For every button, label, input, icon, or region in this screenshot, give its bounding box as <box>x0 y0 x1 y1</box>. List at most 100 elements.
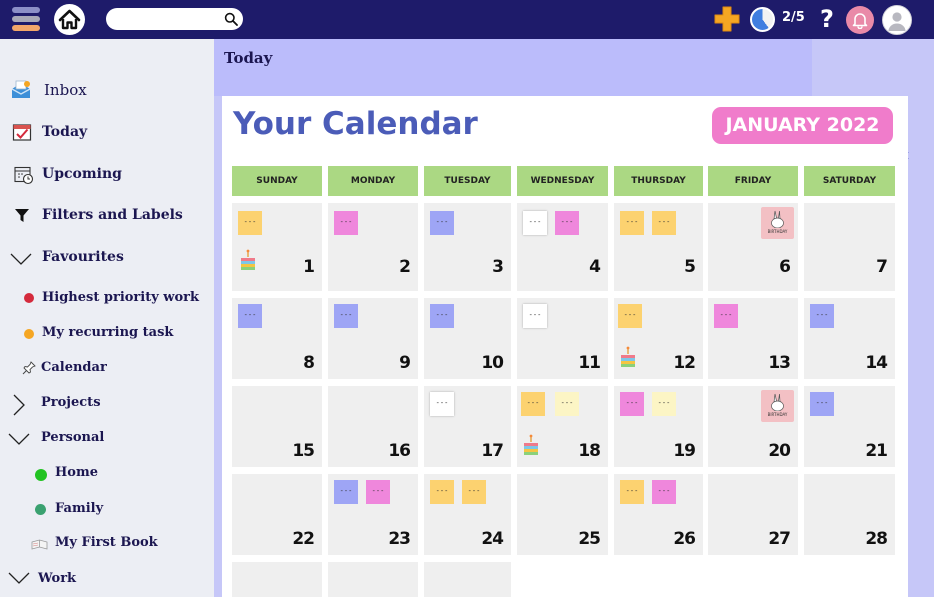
calendar-day-cell[interactable]: --- --- 26 <box>614 474 703 555</box>
sticky-note[interactable]: --- <box>430 480 454 504</box>
sticky-note[interactable]: --- <box>618 304 642 328</box>
help-button[interactable]: ? <box>815 4 839 34</box>
sidebar-item-highest-priority-work[interactable]: Highest priority work <box>24 285 199 309</box>
calendar-day-cell[interactable]: --- 14 <box>804 298 895 379</box>
calendar-day-cell[interactable]: --- --- 4 <box>517 203 608 291</box>
plus-icon <box>714 6 740 32</box>
birthday-card[interactable]: BIRTHDAY <box>761 390 794 422</box>
sidebar-label: Highest priority work <box>42 289 200 305</box>
calendar-day-cell[interactable]: --- 12 <box>614 298 703 379</box>
calendar-day-cell[interactable]: --- 10 <box>424 298 511 379</box>
bell-icon <box>852 13 868 29</box>
sidebar-item-today[interactable]: Today <box>12 120 87 144</box>
notifications-button[interactable] <box>846 6 874 34</box>
calendar-day-cell[interactable] <box>232 562 322 597</box>
calendar-day-cell[interactable]: 16 <box>328 386 418 467</box>
calendar-day-cell[interactable]: BIRTHDAY 20 <box>708 386 798 467</box>
home-button[interactable] <box>54 4 85 35</box>
sticky-note[interactable]: --- <box>652 480 676 504</box>
user-avatar[interactable] <box>882 5 912 35</box>
calendar-day-cell[interactable]: --- --- 23 <box>328 474 418 555</box>
sidebar-label: Family <box>55 500 104 516</box>
sticky-note[interactable]: --- <box>652 211 676 235</box>
day-number: 25 <box>578 529 601 549</box>
sticky-note[interactable]: --- <box>521 392 545 416</box>
search-bar[interactable] <box>106 8 243 30</box>
sidebar-item-projects[interactable]: Projects <box>12 390 101 416</box>
calendar-day-cell[interactable]: 28 <box>804 474 895 555</box>
calendar-day-cell[interactable]: --- --- 19 <box>614 386 703 467</box>
sidebar-item-personal[interactable]: Personal <box>8 425 104 449</box>
productivity-progress-text[interactable]: 2/5 <box>782 10 808 25</box>
productivity-progress-icon[interactable] <box>750 7 775 32</box>
calendar-day-cell[interactable] <box>424 562 511 597</box>
sidebar-item-filters[interactable]: Filters and Labels <box>15 203 183 227</box>
sticky-note[interactable]: --- <box>810 392 834 416</box>
calendar-day-cell[interactable]: BIRTHDAY 6 <box>708 203 798 291</box>
sticky-note[interactable]: --- <box>430 392 454 416</box>
calendar-day-cell[interactable]: --- 3 <box>424 203 511 291</box>
sticky-note[interactable]: --- <box>366 480 390 504</box>
calendar-day-cell[interactable]: --- 21 <box>804 386 895 467</box>
sticky-note[interactable]: --- <box>523 304 547 328</box>
weekday-header: SUNDAY <box>232 166 322 196</box>
sticky-note[interactable]: --- <box>555 211 579 235</box>
sidebar-item-calendar[interactable]: Calendar <box>22 355 107 379</box>
calendar-day-cell[interactable]: --- 13 <box>708 298 798 379</box>
calendar-day-cell[interactable]: --- 2 <box>328 203 418 291</box>
search-icon[interactable] <box>224 12 238 26</box>
sidebar-item-family[interactable]: Family <box>35 496 103 520</box>
calendar-day-cell[interactable]: --- 11 <box>517 298 608 379</box>
sticky-note[interactable]: --- <box>334 480 358 504</box>
calendar-day-cell[interactable]: --- --- 24 <box>424 474 511 555</box>
calendar-day-cell[interactable] <box>328 562 418 597</box>
calendar-day-cell[interactable]: --- --- 5 <box>614 203 703 291</box>
day-number: 17 <box>481 441 504 461</box>
calendar-embed[interactable]: Your Calendar JANUARY 2022 SUNDAY MONDAY T… <box>222 96 908 597</box>
sticky-note[interactable]: --- <box>334 211 358 235</box>
sticky-note[interactable]: --- <box>334 304 358 328</box>
sticky-note[interactable]: --- <box>620 392 644 416</box>
birthday-card-text: BIRTHDAY <box>767 229 788 234</box>
day-number: 7 <box>876 257 888 277</box>
birthday-card[interactable]: BIRTHDAY <box>761 207 794 239</box>
sticky-note[interactable]: --- <box>462 480 486 504</box>
sidebar-item-inbox[interactable]: Inbox <box>10 78 87 102</box>
sidebar-label: Projects <box>41 394 101 410</box>
sticky-note[interactable]: --- <box>430 211 454 235</box>
sidebar-item-favourites[interactable]: Favourites <box>10 245 124 269</box>
calendar-day-cell[interactable]: --- --- 18 <box>517 386 608 467</box>
user-icon <box>888 12 906 31</box>
sidebar-item-my-recurring-task[interactable]: My recurring task <box>24 320 173 344</box>
calendar-day-cell[interactable]: 27 <box>708 474 798 555</box>
sidebar-item-upcoming[interactable]: Upcoming <box>14 162 122 186</box>
calendar-day-cell[interactable]: 7 <box>804 203 895 291</box>
sticky-note[interactable]: --- <box>555 392 579 416</box>
sticky-note[interactable]: --- <box>430 304 454 328</box>
sticky-note[interactable]: --- <box>523 211 547 235</box>
sticky-note[interactable]: --- <box>652 392 676 416</box>
sticky-note[interactable]: --- <box>620 480 644 504</box>
sidebar-item-home[interactable]: Home <box>35 460 98 484</box>
day-number: 18 <box>578 441 601 461</box>
sidebar-label: Filters and Labels <box>42 207 183 223</box>
sidebar-item-my-first-book[interactable]: My First Book <box>31 530 158 554</box>
calendar-day-cell[interactable]: --- 17 <box>424 386 511 467</box>
add-task-button[interactable] <box>714 6 740 32</box>
calendar-day-cell[interactable]: --- 1 <box>232 203 322 291</box>
sticky-note[interactable]: --- <box>238 211 262 235</box>
menu-icon[interactable] <box>12 7 40 33</box>
sticky-note[interactable]: --- <box>810 304 834 328</box>
sticky-note[interactable]: --- <box>238 304 262 328</box>
sticky-note[interactable]: --- <box>714 304 738 328</box>
sticky-note[interactable]: --- <box>620 211 644 235</box>
home-dot-icon <box>35 469 47 481</box>
calendar-day-cell[interactable]: --- 9 <box>328 298 418 379</box>
calendar-day-cell[interactable]: 25 <box>517 474 608 555</box>
calendar-day-cell[interactable]: 15 <box>232 386 322 467</box>
sidebar-item-work[interactable]: Work <box>8 566 76 590</box>
calendar-day-cell[interactable]: 22 <box>232 474 322 555</box>
calendar-day-cell[interactable]: --- 8 <box>232 298 322 379</box>
day-number: 13 <box>768 353 791 373</box>
search-input[interactable] <box>116 11 221 27</box>
